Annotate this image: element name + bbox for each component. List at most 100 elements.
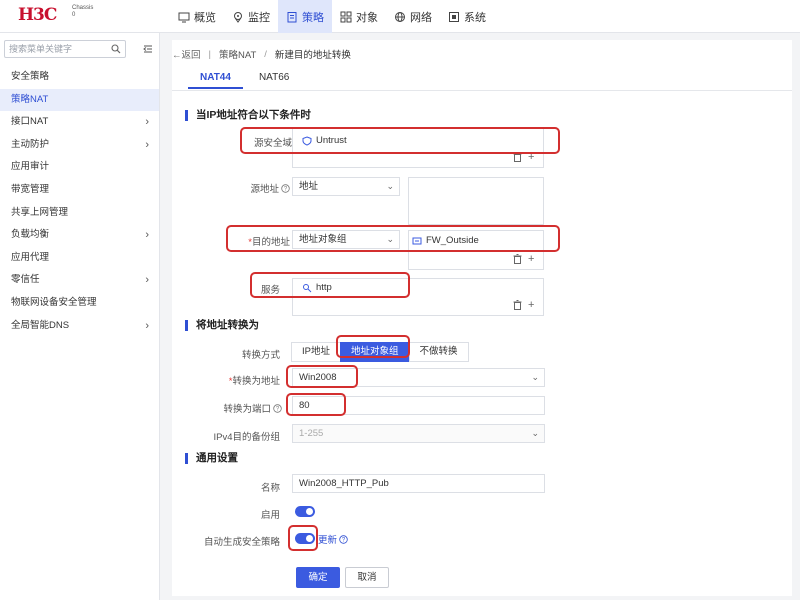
breadcrumb-separator: | — [208, 48, 211, 60]
shield-icon — [302, 135, 312, 146]
sidebar-item-security-policy[interactable]: 安全策略 — [0, 66, 159, 89]
service-icon — [303, 283, 312, 292]
sidebar-item-load-balance[interactable]: 负载均衡 › — [0, 224, 159, 247]
sidebar-item-active-defense[interactable]: 主动防护 › — [0, 134, 159, 157]
chevron-right-icon: › — [145, 319, 149, 332]
refresh-link[interactable]: 更新? — [318, 532, 348, 546]
nav-network[interactable]: 网络 — [386, 0, 440, 33]
breadcrumb: ←返回 | 策略NAT / 新建目的地址转换 — [172, 47, 351, 62]
dest-address-chip: FW_Outside — [412, 235, 479, 246]
sidebar-item-label: 共享上网管理 — [11, 206, 69, 218]
dest-address-actions: + — [513, 253, 534, 265]
location-icon — [234, 11, 242, 23]
sidebar-item-label: 主动防护 — [11, 138, 50, 150]
ipv4-backup-select[interactable]: 1-255 ⌄ — [292, 424, 545, 443]
source-zone-box[interactable] — [292, 128, 544, 168]
search-icon[interactable] — [111, 44, 121, 54]
add-icon[interactable]: + — [528, 299, 534, 311]
nav-policy-label: 策略 — [302, 11, 324, 24]
add-icon[interactable]: + — [528, 253, 534, 265]
dest-address-type-value: 地址对象组 — [299, 234, 347, 245]
menu-search-input[interactable] — [5, 41, 105, 57]
sidebar-item-label: 带宽管理 — [11, 183, 50, 195]
cancel-button[interactable]: 取消 — [345, 567, 389, 588]
sidebar-menu: 安全策略 策略NAT 接口NAT › 主动防护 › 应用审计 带宽管理 共享上网管理… — [0, 66, 159, 337]
top-bar: H3C Chassis 0 概览 监控 策略 对象 网络 系统 — [0, 0, 800, 33]
help-icon[interactable]: ? — [339, 535, 348, 544]
auto-policy-toggle[interactable] — [295, 533, 315, 544]
back-link[interactable]: ←返回 — [172, 47, 201, 61]
translate-mode-label: 转换方式 — [241, 350, 280, 361]
dashboard-icon — [178, 12, 190, 22]
source-zone-actions: + — [513, 151, 534, 163]
confirm-button[interactable]: 确定 — [296, 567, 340, 588]
sidebar-item-label: 零信任 — [11, 274, 40, 286]
sidebar-item-label: 接口NAT — [11, 116, 49, 128]
breadcrumb-parent[interactable]: 策略NAT — [219, 47, 256, 61]
sidebar-item-bandwidth[interactable]: 带宽管理 — [0, 179, 159, 202]
grid-icon — [340, 11, 352, 22]
translate-mode-group: IP地址 地址对象组 不做转换 — [291, 342, 469, 362]
source-address-type-value: 地址 — [299, 181, 319, 192]
trash-icon[interactable] — [513, 300, 522, 310]
sidebar-item-interface-nat[interactable]: 接口NAT › — [0, 111, 159, 134]
sidebar-item-label: 应用代理 — [11, 251, 50, 263]
dest-address-label: *目的地址 — [222, 234, 290, 248]
source-address-type-select[interactable]: 地址 ⌄ — [292, 177, 400, 196]
name-input[interactable]: Win2008_HTTP_Pub — [292, 474, 545, 493]
source-zone-value: Untrust — [316, 135, 347, 146]
add-icon[interactable]: + — [528, 151, 534, 163]
nav-monitor[interactable]: 监控 — [224, 0, 278, 33]
translate-address-value: Win2008 — [299, 372, 337, 383]
name-value: Win2008_HTTP_Pub — [299, 478, 389, 489]
chevron-down-icon: ⌄ — [386, 181, 394, 191]
enable-toggle[interactable] — [295, 506, 315, 517]
service-value: http — [316, 282, 332, 293]
sidebar-item-shared-access[interactable]: 共享上网管理 — [0, 202, 159, 225]
source-address-box[interactable] — [408, 177, 544, 225]
sidebar-item-app-audit[interactable]: 应用审计 — [0, 156, 159, 179]
service-actions: + — [513, 299, 534, 311]
ipv4-backup-placeholder: 1-255 — [299, 428, 324, 439]
nav-object[interactable]: 对象 — [332, 0, 386, 33]
main-panel: ←返回 | 策略NAT / 新建目的地址转换 NAT44 NAT66 当IP地址… — [172, 40, 792, 596]
help-icon[interactable]: ? — [281, 184, 290, 193]
help-icon[interactable]: ? — [273, 404, 282, 413]
nav-system[interactable]: 系统 — [440, 0, 494, 33]
enable-label: 启用 — [260, 510, 280, 521]
translate-port-input[interactable]: 80 — [292, 396, 545, 415]
tab-nat44[interactable]: NAT44 — [188, 68, 243, 89]
name-label: 名称 — [260, 483, 280, 494]
sidebar-item-zero-trust[interactable]: 零信任 › — [0, 269, 159, 292]
service-chip: http — [302, 282, 332, 293]
mode-address-group[interactable]: 地址对象组 — [339, 342, 410, 362]
chevron-down-icon: ⌄ — [386, 234, 394, 244]
translate-port-value: 80 — [299, 400, 310, 411]
tabs: NAT44 NAT66 — [188, 68, 305, 89]
collapse-menu-icon[interactable] — [143, 44, 153, 54]
mode-ip-address[interactable]: IP地址 — [291, 342, 341, 362]
nav-overview[interactable]: 概览 — [170, 0, 224, 33]
sidebar-item-label: 策略NAT — [11, 93, 49, 105]
chevron-down-icon: ⌄ — [531, 428, 539, 438]
mode-no-translate[interactable]: 不做转换 — [408, 342, 469, 362]
trash-icon[interactable] — [513, 152, 522, 162]
sidebar-item-policy-nat[interactable]: 策略NAT — [0, 88, 159, 112]
tab-nat66[interactable]: NAT66 — [247, 68, 301, 89]
translate-address-label: *转换为地址 — [212, 373, 280, 387]
chassis-line-1: Chassis — [72, 5, 94, 11]
trash-icon[interactable] — [513, 254, 522, 264]
chevron-right-icon: › — [145, 138, 149, 151]
nav-system-label: 系统 — [464, 11, 486, 24]
address-group-icon — [412, 237, 422, 244]
dest-address-type-select[interactable]: 地址对象组 ⌄ — [292, 230, 400, 249]
nav-policy[interactable]: 策略 — [278, 0, 332, 33]
sidebar-item-label: 物联网设备安全管理 — [11, 296, 97, 308]
sidebar-item-app-proxy[interactable]: 应用代理 — [0, 247, 159, 270]
sidebar-item-iot-security[interactable]: 物联网设备安全管理 — [0, 292, 159, 315]
translate-address-select[interactable]: Win2008 ⌄ — [292, 368, 545, 387]
sidebar-item-global-dns[interactable]: 全局智能DNS › — [0, 315, 159, 338]
dest-address-label-text: 目的地址 — [251, 237, 290, 248]
policy-icon — [287, 11, 297, 22]
chevron-down-icon: ⌄ — [531, 372, 539, 382]
